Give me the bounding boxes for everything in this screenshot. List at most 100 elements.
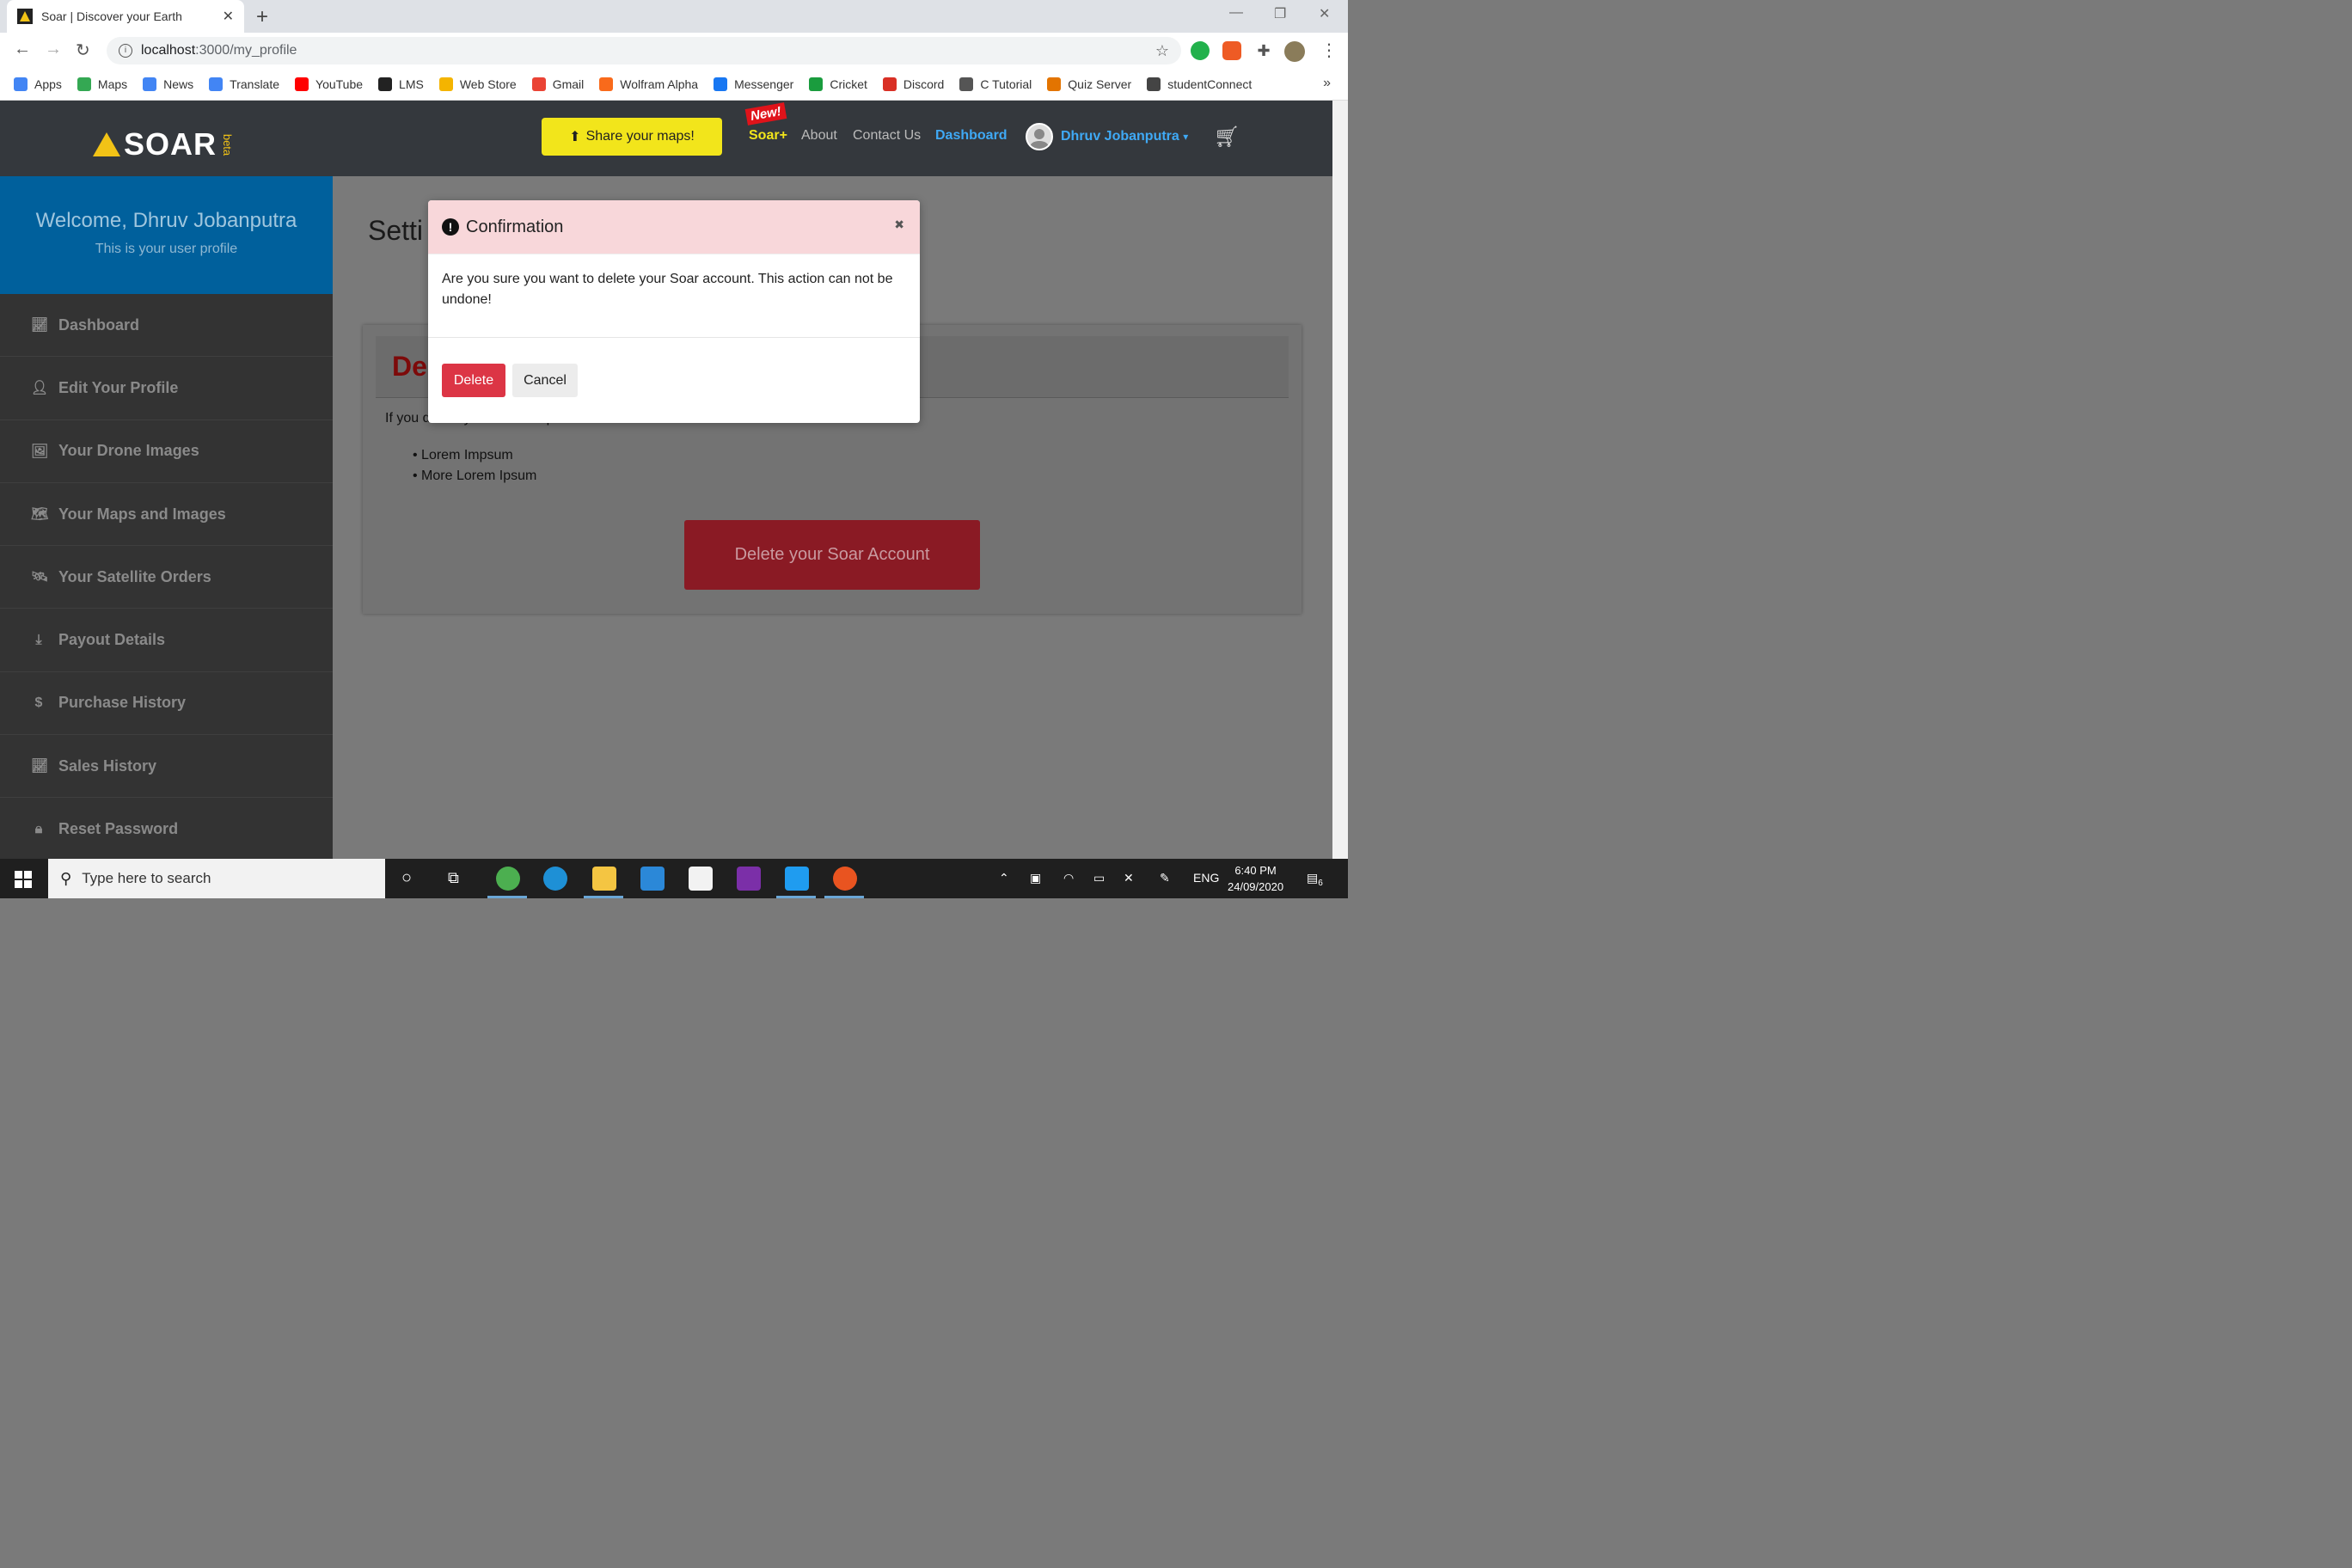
tab-close-icon[interactable]: ✕: [223, 8, 234, 25]
bookmark-item[interactable]: Translate: [209, 77, 279, 91]
edge-icon[interactable]: [543, 867, 567, 891]
nav-dashboard[interactable]: Dashboard: [935, 128, 1008, 144]
bookmark-item[interactable]: News: [143, 77, 193, 91]
chart-icon: 📈︎: [31, 759, 49, 775]
soar-favicon-icon: [17, 9, 33, 24]
bookmark-item[interactable]: Wolfram Alpha: [599, 77, 698, 91]
minimize-icon[interactable]: —: [1229, 5, 1243, 21]
task-view-icon[interactable]: ⧉: [448, 869, 459, 887]
nav-soar-plus[interactable]: Soar+: [749, 128, 787, 144]
bookmark-item[interactable]: YouTube: [295, 77, 363, 91]
windows-taskbar: ⚲ Type here to search ○ ⧉ ⌃ ▣ ◠ ▭ ✕ ✎ EN…: [0, 859, 1348, 898]
battery-icon[interactable]: ▭: [1093, 871, 1105, 885]
page-scrollbar[interactable]: [1332, 101, 1348, 859]
notification-count: 6: [1318, 878, 1323, 888]
notifications-icon[interactable]: ▤6: [1307, 871, 1323, 888]
confirm-delete-button[interactable]: Delete: [442, 364, 505, 397]
bookmark-label: News: [163, 77, 194, 91]
sidebar-item-your-satellite-orders[interactable]: 🛰︎ Your Satellite Orders: [0, 546, 333, 609]
bookmark-item[interactable]: C Tutorial: [959, 77, 1032, 91]
bookmark-item[interactable]: Apps: [14, 77, 62, 91]
nav-contact-us[interactable]: Contact Us: [853, 128, 921, 144]
delete-account-button[interactable]: Delete your Soar Account: [684, 520, 980, 590]
cortana-icon[interactable]: ○: [401, 868, 412, 888]
cancel-button[interactable]: Cancel: [512, 364, 578, 397]
bookmark-item[interactable]: LMS: [378, 77, 424, 91]
bookmark-label: studentConnect: [1167, 77, 1253, 91]
extensions-puzzle-icon[interactable]: ✚: [1254, 41, 1273, 60]
bookmark-label: C Tutorial: [980, 77, 1032, 91]
address-bar[interactable]: i localhost:3000/my_profile ☆: [107, 37, 1181, 64]
modal-close-icon[interactable]: ✖: [894, 217, 904, 232]
bookmark-item[interactable]: Cricket: [809, 77, 867, 91]
restore-icon[interactable]: ❐: [1274, 5, 1286, 22]
chrome-icon[interactable]: [496, 867, 520, 891]
meet-now-icon[interactable]: ▣: [1030, 871, 1041, 885]
clock[interactable]: 6:40 PM 24/09/2020: [1228, 862, 1283, 895]
page-title: Setti: [368, 215, 424, 246]
bookmark-item[interactable]: Maps: [77, 77, 127, 91]
taskbar-search-input[interactable]: ⚲ Type here to search: [48, 859, 385, 898]
bookmark-star-icon[interactable]: ☆: [1155, 42, 1169, 60]
pen-icon[interactable]: ✎: [1160, 871, 1170, 885]
sidebar-item-edit-your-profile[interactable]: 👤︎ Edit Your Profile: [0, 357, 333, 420]
logo-beta: beta: [221, 133, 235, 156]
vscode-icon[interactable]: [785, 867, 809, 891]
bookmark-favicon-icon: [959, 77, 974, 91]
bookmark-item[interactable]: Messenger: [714, 77, 793, 91]
card-title: De: [392, 351, 427, 382]
soar-logo[interactable]: SOAR beta: [93, 126, 238, 162]
volume-muted-icon[interactable]: ✕: [1124, 871, 1134, 885]
sidebar-item-dashboard[interactable]: 📈︎ Dashboard: [0, 294, 333, 358]
bookmark-item[interactable]: studentConnect: [1147, 77, 1252, 91]
wifi-icon[interactable]: ◠: [1063, 871, 1074, 885]
profile-avatar-icon[interactable]: [1284, 41, 1305, 62]
sidebar-item-label: Payout Details: [58, 631, 166, 649]
bookmark-favicon-icon: [378, 77, 393, 91]
bookmarks-overflow-icon[interactable]: »: [1323, 76, 1331, 91]
bookmark-favicon-icon: [714, 77, 728, 91]
sidebar-item-purchase-history[interactable]: $ Purchase History: [0, 672, 333, 736]
bookmark-favicon-icon: [209, 77, 224, 91]
bookmark-favicon-icon: [143, 77, 157, 91]
onenote-icon[interactable]: [737, 867, 761, 891]
windows-start-icon[interactable]: [15, 871, 32, 888]
bookmark-item[interactable]: Discord: [882, 77, 944, 91]
mail-icon[interactable]: [640, 867, 665, 891]
share-maps-button[interactable]: ⬆ Share your maps!: [542, 118, 722, 156]
forward-icon[interactable]: →: [45, 40, 62, 59]
new-tab-button[interactable]: +: [256, 5, 268, 29]
window-close-icon[interactable]: ✕: [1319, 5, 1330, 22]
extension-green-icon[interactable]: [1191, 41, 1210, 60]
browser-tabstrip: Soar | Discover your Earth ✕ + — ❐ ✕: [0, 0, 1348, 33]
bookmark-favicon-icon: [809, 77, 824, 91]
reload-icon[interactable]: ↻: [76, 40, 90, 61]
sidebar-item-payout-details[interactable]: ⤓ Payout Details: [0, 609, 333, 672]
site-info-icon[interactable]: i: [119, 44, 132, 58]
sidebar-item-reset-password[interactable]: 🔒︎ Reset Password: [0, 798, 333, 861]
cart-icon[interactable]: 🛒︎: [1214, 125, 1240, 150]
back-icon[interactable]: ←: [14, 40, 31, 59]
sidebar-item-sales-history[interactable]: 📈︎ Sales History: [0, 735, 333, 799]
sidebar-item-label: Edit Your Profile: [58, 378, 179, 396]
file-explorer-icon[interactable]: [592, 867, 616, 891]
extension-orange-icon[interactable]: [1222, 41, 1241, 60]
user-menu[interactable]: Dhruv Jobanputra ▾: [1061, 129, 1188, 144]
browser-tab[interactable]: Soar | Discover your Earth ✕: [7, 0, 244, 33]
welcome-panel: Welcome, Dhruv Jobanputra This is your u…: [0, 176, 333, 294]
sidebar-item-your-drone-images[interactable]: 🖼︎ Your Drone Images: [0, 420, 333, 483]
sidebar-item-your-maps-and-images[interactable]: 🗺︎ Your Maps and Images: [0, 483, 333, 547]
browser-menu-icon[interactable]: ⋮: [1320, 40, 1338, 61]
nav-about[interactable]: About: [801, 128, 837, 144]
user-avatar[interactable]: [1026, 123, 1053, 150]
map-icon: 🗺︎: [31, 507, 49, 523]
show-hidden-icons-icon[interactable]: ⌃: [999, 871, 1009, 885]
store-icon[interactable]: [689, 867, 713, 891]
bookmark-item[interactable]: Web Store: [438, 77, 517, 91]
bookmark-item[interactable]: Quiz Server: [1047, 77, 1131, 91]
ubuntu-icon[interactable]: [833, 867, 857, 891]
bookmark-label: Wolfram Alpha: [620, 77, 699, 91]
bookmark-item[interactable]: Gmail: [531, 77, 584, 91]
language-indicator[interactable]: ENG: [1193, 871, 1219, 885]
explorer-active-indicator: [584, 896, 623, 898]
